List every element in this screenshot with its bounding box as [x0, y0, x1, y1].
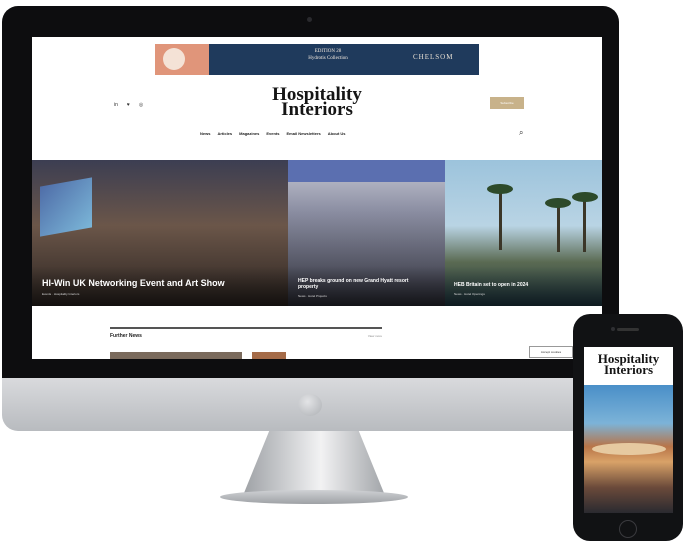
phone-camera-icon: [611, 327, 615, 331]
hero-tile-meta: Events · Hospitality Interiors: [42, 292, 80, 296]
nav-item-magazines[interactable]: Magazines: [239, 131, 259, 136]
nav-item-about-us[interactable]: About Us: [328, 131, 346, 136]
monitor-stand-base: [220, 490, 408, 504]
phone-speaker: [617, 328, 639, 331]
subscribe-button[interactable]: Subscribe: [490, 97, 524, 109]
smartphone: Hospitality Interiors: [573, 314, 683, 541]
nav-item-news[interactable]: News: [200, 131, 210, 136]
news-thumbnail[interactable]: [110, 352, 242, 359]
nav-item-email-newsletters[interactable]: Email Newsletters: [287, 131, 321, 136]
hero-tile-meta: News · Hotel Openings: [454, 292, 485, 296]
ad-edition-line2: Hydrotis Collection: [308, 56, 348, 61]
desktop-monitor: EDITION 28 Hydrotis Collection CHELSOM i…: [2, 6, 619, 431]
hero-tile-title[interactable]: HEB Britain set to open in 2024: [454, 282, 528, 288]
palm-tree-frond: [572, 192, 598, 202]
further-news-view-all[interactable]: View more: [368, 334, 382, 338]
site-logo[interactable]: Hospitality Interiors: [242, 85, 392, 120]
advertisement-banner[interactable]: EDITION 28 Hydrotis Collection CHELSOM: [155, 44, 479, 75]
hero-tile-networking-event[interactable]: HI-Win UK Networking Event and Art Show …: [32, 160, 288, 306]
social-links: in ♥ ◎: [114, 102, 143, 108]
hero-tile-title[interactable]: HI-Win UK Networking Event and Art Show: [42, 278, 225, 288]
phone-hero-terrace: [592, 443, 666, 455]
monitor-stand: [244, 431, 384, 493]
search-icon[interactable]: ⌕: [519, 128, 523, 138]
news-thumbnail[interactable]: [252, 352, 286, 359]
nav-item-articles[interactable]: Articles: [217, 131, 232, 136]
palm-tree-frond: [545, 198, 571, 208]
logo-line2: Interiors: [281, 99, 353, 120]
hero-image-banner: [288, 160, 445, 182]
phone-screen: Hospitality Interiors: [584, 347, 673, 513]
hero-tile-meta: News · Hotel Projects: [298, 294, 327, 298]
instagram-icon[interactable]: ◎: [139, 102, 143, 108]
main-navigation: News Articles Magazines Events Email New…: [200, 131, 346, 136]
phone-site-logo[interactable]: Hospitality Interiors: [584, 352, 673, 376]
ad-edition-line1: EDITION 28: [314, 49, 342, 54]
monitor-bezel: EDITION 28 Hydrotis Collection CHELSOM i…: [2, 6, 619, 378]
further-news-title: Further News: [110, 333, 142, 339]
cookie-accept-button[interactable]: Accept cookies: [529, 346, 573, 358]
phone-home-button[interactable]: [619, 520, 637, 538]
ad-edition-text: EDITION 28 Hydrotis Collection: [273, 48, 383, 62]
phone-hero-image[interactable]: [584, 385, 673, 513]
ad-brand: CHELSOM: [413, 53, 454, 61]
hero-tile-title[interactable]: HEP breaks ground on new Grand Hyatt res…: [298, 278, 428, 290]
linkedin-icon[interactable]: in: [114, 102, 118, 108]
hero-grid: HI-Win UK Networking Event and Art Show …: [32, 160, 602, 306]
monitor-screen: EDITION 28 Hydrotis Collection CHELSOM i…: [32, 37, 602, 359]
ad-artwork: [155, 44, 209, 75]
palm-tree-trunk: [583, 198, 586, 252]
palm-tree-trunk: [499, 190, 502, 250]
camera-icon: [307, 17, 312, 22]
hero-tile-groundbreaking[interactable]: HEP breaks ground on new Grand Hyatt res…: [288, 160, 445, 306]
hero-tile-hotel-opening[interactable]: HEB Britain set to open in 2024 News · H…: [445, 160, 602, 306]
palm-tree-frond: [487, 184, 513, 194]
hero-image-screen: [40, 177, 92, 237]
nav-item-events[interactable]: Events: [266, 131, 279, 136]
further-news-section: Further News View more: [110, 327, 382, 339]
apple-logo-icon: [298, 394, 322, 416]
twitter-icon[interactable]: ♥: [127, 102, 130, 108]
palm-tree-trunk: [557, 204, 560, 252]
